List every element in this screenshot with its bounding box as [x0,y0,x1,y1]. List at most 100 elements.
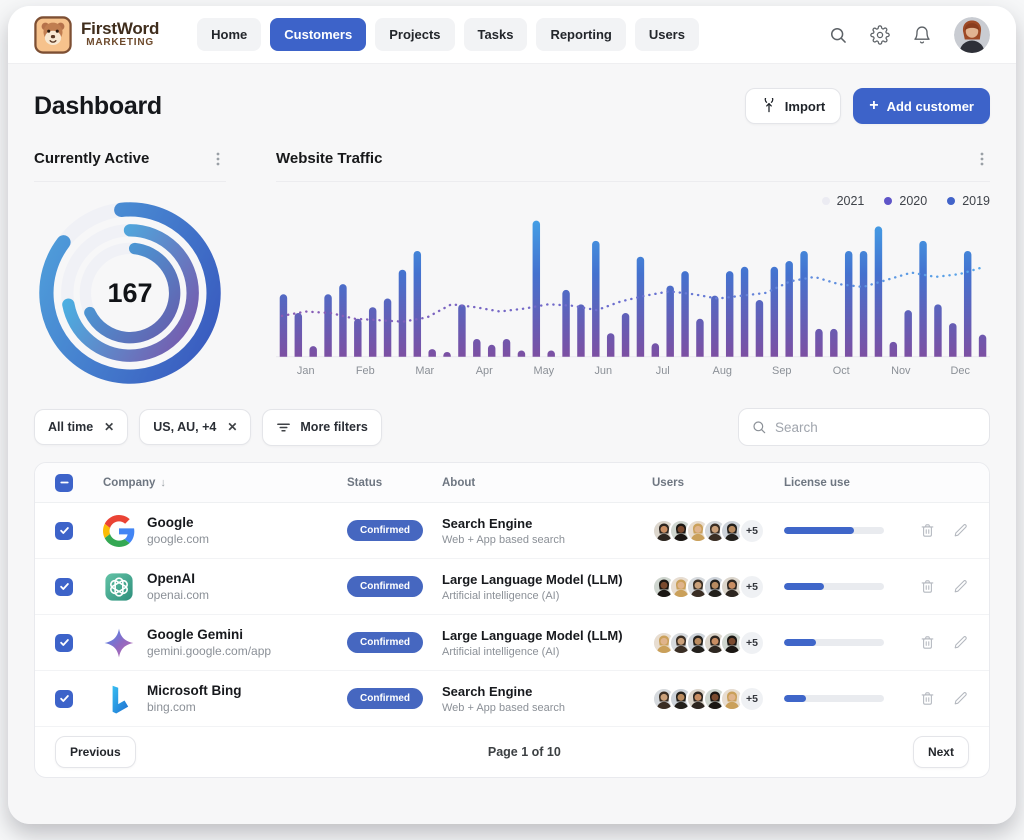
edit-icon [952,634,969,651]
indeterminate-icon [59,477,70,488]
delete-row-button[interactable] [919,634,936,651]
license-cell [784,695,919,702]
column-about: About [442,477,652,489]
row-checkbox[interactable] [55,578,73,596]
license-progress-bar [784,639,884,646]
filter-chip-us-au-4[interactable]: US, AU, +4✕ [139,409,251,445]
company-domain: openai.com [147,588,347,602]
legend-dot-icon [822,197,830,205]
trash-icon [919,522,936,539]
status-cell: Confirmed [347,520,442,541]
status-badge: Confirmed [347,688,423,709]
row-actions [919,522,969,539]
company-cell: Google Geminigemini.google.com/app [147,627,347,658]
nav-item-tasks[interactable]: Tasks [464,18,528,51]
svg-text:Jun: Jun [594,365,612,377]
nav-item-reporting[interactable]: Reporting [536,18,625,51]
add-customer-button[interactable]: + Add customer [853,88,990,124]
delete-row-button[interactable] [919,690,936,707]
main-content: Dashboard Import + Add customer Currentl… [8,64,1016,824]
row-checkbox[interactable] [55,522,73,540]
filter-chip-all-time[interactable]: All time✕ [34,409,128,445]
company-name: Google [147,515,347,530]
edit-row-button[interactable] [952,578,969,595]
license-cell [784,639,919,646]
about-subtitle: Artificial intelligence (AI) [442,590,652,602]
next-page-button[interactable]: Next [913,736,969,768]
search-icon [828,25,848,45]
table-row-google-gemini: Google Geminigemini.google.com/appConfir… [35,615,989,671]
nav-item-home[interactable]: Home [197,18,261,51]
import-button[interactable]: Import [745,88,841,124]
nav-item-projects[interactable]: Projects [375,18,454,51]
row-checkbox[interactable] [55,690,73,708]
delete-row-button[interactable] [919,522,936,539]
traffic-bar-chart: JanFebMarAprMayJunJulAugSepOctNovDec [276,210,990,380]
plus-icon: + [869,98,878,114]
status-cell: Confirmed [347,632,442,653]
edit-icon [952,578,969,595]
svg-text:Feb: Feb [356,365,375,377]
svg-text:Dec: Dec [951,365,971,377]
brand-mascot-icon [34,16,72,54]
check-icon [59,637,70,648]
sort-descending-icon: ↓ [160,477,166,489]
more-filters-button[interactable]: More filters [262,409,381,446]
search-button[interactable] [828,25,848,45]
previous-page-button[interactable]: Previous [55,736,136,768]
legend-item-2021[interactable]: 2021 [822,194,865,208]
column-company[interactable]: Company ↓ [103,477,347,489]
kebab-icon [210,151,226,167]
about-cell: Large Language Model (LLM)Artificial int… [442,628,652,658]
edit-row-button[interactable] [952,634,969,651]
license-cell [784,527,919,534]
about-cell: Search Engine Web + App based search [442,516,652,546]
select-all-checkbox[interactable] [55,474,73,492]
license-progress-bar [784,695,884,702]
legend-item-2019[interactable]: 2019 [947,194,990,208]
currently-active-title: Currently Active [34,150,149,167]
search-input[interactable] [775,420,977,435]
app-window: FirstWord MARKETING HomeCustomersProject… [8,6,1016,824]
brand-tagline: MARKETING [86,38,154,49]
row-actions [919,578,969,595]
currently-active-menu-button[interactable] [210,151,226,167]
license-progress-fill [784,695,806,702]
table-search [738,408,990,446]
company-domain: gemini.google.com/app [147,644,347,658]
extra-users-badge: +5 [739,518,765,544]
filter-chips: All time✕ US, AU, +4✕ [34,409,251,445]
status-badge: Confirmed [347,576,423,597]
about-title: Search Engine [442,516,652,531]
chart-legend: 2021 2020 2019 [276,194,990,208]
legend-dot-icon [884,197,892,205]
close-icon[interactable]: ✕ [104,421,114,433]
company-cell: Microsoft Bingbing.com [147,683,347,714]
license-progress-bar [784,583,884,590]
extra-users-badge: +5 [739,574,765,600]
company-name: Microsoft Bing [147,683,347,698]
edit-row-button[interactable] [952,690,969,707]
svg-text:Mar: Mar [415,365,434,377]
legend-item-2020[interactable]: 2020 [884,194,927,208]
legend-dot-icon [947,197,955,205]
notifications-button[interactable] [912,25,932,45]
status-badge: Confirmed [347,632,423,653]
about-subtitle: Web + App based search [442,534,652,546]
about-subtitle: Web + App based search [442,702,652,714]
profile-avatar[interactable] [954,17,990,53]
settings-button[interactable] [870,25,890,45]
status-badge: Confirmed [347,520,423,541]
table-row-microsoft-bing: Microsoft Bingbing.comConfirmedSearch En… [35,671,989,727]
users-cell: +5 [652,686,784,712]
close-icon[interactable]: ✕ [227,421,237,433]
svg-text:Nov: Nov [891,365,911,377]
column-license-use: License use [784,477,919,489]
nav-item-users[interactable]: Users [635,18,699,51]
row-checkbox[interactable] [55,634,73,652]
edit-row-button[interactable] [952,522,969,539]
nav-item-customers[interactable]: Customers [270,18,366,51]
import-icon [761,98,777,114]
website-traffic-menu-button[interactable] [974,151,990,167]
delete-row-button[interactable] [919,578,936,595]
